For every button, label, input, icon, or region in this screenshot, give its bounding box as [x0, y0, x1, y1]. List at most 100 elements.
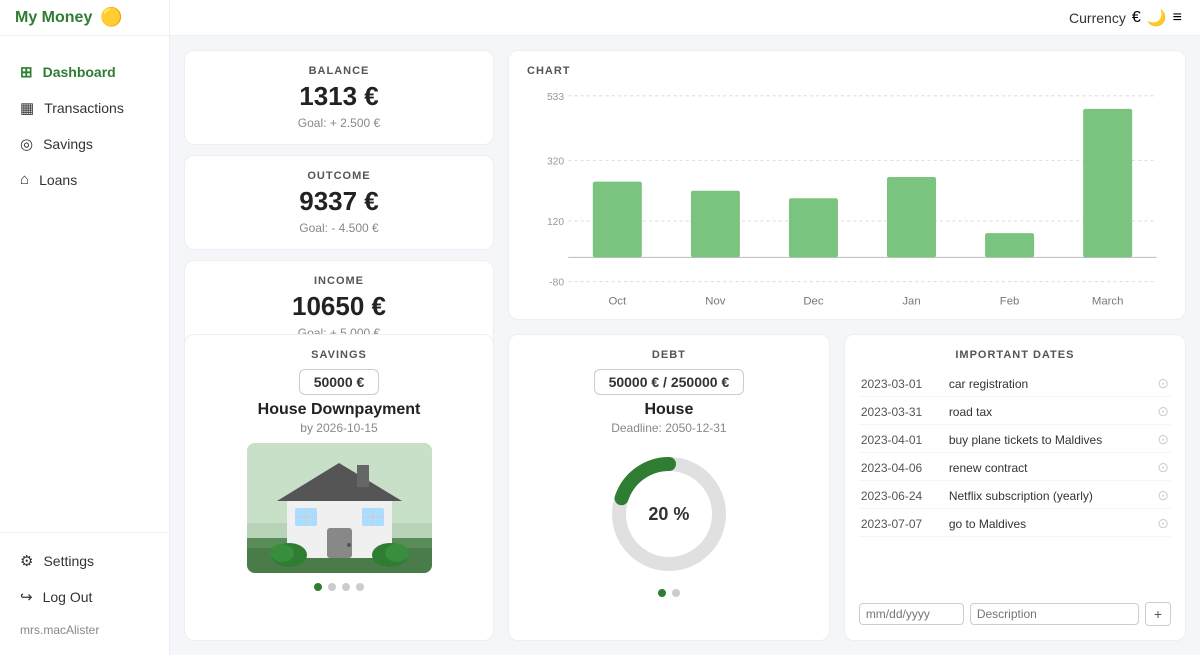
date-desc-5: go to Maldives [949, 517, 1026, 531]
important-dates-card: IMPORTANT DATES 2023-03-01 car registrat… [844, 334, 1186, 641]
date-item: 2023-07-07 go to Maldives ⊙ [859, 511, 1171, 537]
date-left-2: 2023-04-01 buy plane tickets to Maldives [861, 433, 1102, 447]
sidebar-item-logout[interactable]: ↪ Log Out [0, 579, 169, 615]
date-delete-icon-1[interactable]: ⊙ [1157, 403, 1169, 420]
house-illustration [247, 443, 432, 573]
svg-text:533: 533 [547, 92, 564, 103]
sidebar-item-loans[interactable]: ⌂ Loans [0, 162, 169, 197]
debt-dots [658, 589, 680, 597]
debt-title: DEBT [652, 349, 686, 361]
debt-dot-1[interactable] [672, 589, 680, 597]
dates-title: IMPORTANT DATES [859, 349, 1171, 361]
savings-by-date: by 2026-10-15 [300, 421, 377, 435]
description-input[interactable] [970, 603, 1139, 625]
sidebar-item-settings[interactable]: ⚙ Settings [0, 543, 169, 579]
date-left-5: 2023-07-07 go to Maldives [861, 517, 1026, 531]
date-item: 2023-04-01 buy plane tickets to Maldives… [859, 427, 1171, 453]
currency-symbol-icon[interactable]: € [1132, 9, 1141, 27]
date-str-0: 2023-03-01 [861, 377, 941, 391]
balance-label: BALANCE [309, 65, 370, 77]
date-left-3: 2023-04-06 renew contract [861, 461, 1028, 475]
sidebar-item-label-settings: Settings [43, 553, 94, 569]
logout-nav-icon: ↪ [20, 588, 33, 606]
sidebar: My Money 🟡 ⊞ Dashboard▦ Transactions◎ Sa… [0, 0, 170, 655]
currency-label: Currency [1069, 10, 1126, 26]
debt-card: DEBT 50000 € / 250000 € House Deadline: … [508, 334, 830, 641]
date-str-2: 2023-04-01 [861, 433, 941, 447]
sidebar-item-label-dashboard: Dashboard [43, 64, 116, 80]
svg-text:March: March [1092, 295, 1124, 307]
sidebar-header: My Money 🟡 [0, 0, 169, 36]
date-str-4: 2023-06-24 [861, 489, 941, 503]
savings-nav-icon: ◎ [20, 135, 33, 153]
date-item: 2023-03-31 road tax ⊙ [859, 399, 1171, 425]
dark-mode-icon[interactable]: 🌙 [1147, 8, 1167, 28]
main-content: BALANCE 1313 € Goal: + 2.500 € OUTCOME 9… [170, 36, 1200, 655]
bar-chart-svg: 533320120-80OctNovDecJanFebMarch [527, 83, 1167, 315]
sidebar-item-label-savings: Savings [43, 136, 93, 152]
svg-text:-80: -80 [549, 278, 564, 289]
outcome-value: 9337 € [299, 186, 379, 217]
transactions-nav-icon: ▦ [20, 99, 34, 117]
svg-text:Jan: Jan [902, 295, 920, 307]
date-str-1: 2023-03-31 [861, 405, 941, 419]
sidebar-item-dashboard[interactable]: ⊞ Dashboard [0, 54, 169, 90]
date-item: 2023-03-01 car registration ⊙ [859, 371, 1171, 397]
savings-dot-1[interactable] [328, 583, 336, 591]
date-delete-icon-3[interactable]: ⊙ [1157, 459, 1169, 476]
balance-value: 1313 € [299, 81, 379, 112]
date-delete-icon-0[interactable]: ⊙ [1157, 375, 1169, 392]
date-delete-icon-5[interactable]: ⊙ [1157, 515, 1169, 532]
sidebar-item-transactions[interactable]: ▦ Transactions [0, 90, 169, 126]
date-left-4: 2023-06-24 Netflix subscription (yearly) [861, 489, 1093, 503]
savings-title: SAVINGS [311, 349, 367, 361]
add-date-button[interactable]: + [1145, 602, 1171, 626]
savings-dot-2[interactable] [342, 583, 350, 591]
date-delete-icon-4[interactable]: ⊙ [1157, 487, 1169, 504]
outcome-label: OUTCOME [307, 170, 370, 182]
sidebar-item-label-logout: Log Out [43, 589, 93, 605]
sidebar-item-savings[interactable]: ◎ Savings [0, 126, 169, 162]
settings-nav-icon: ⚙ [20, 552, 33, 570]
menu-icon[interactable]: ≡ [1173, 9, 1182, 27]
date-str-3: 2023-04-06 [861, 461, 941, 475]
main-nav: ⊞ Dashboard▦ Transactions◎ Savings⌂ Loan… [0, 36, 169, 532]
savings-amount: 50000 € [299, 369, 380, 395]
sidebar-user: mrs.macAlister [0, 615, 169, 645]
svg-text:Nov: Nov [705, 295, 726, 307]
dates-add-row: + [859, 602, 1171, 626]
svg-text:120: 120 [547, 217, 564, 228]
loans-nav-icon: ⌂ [20, 171, 29, 188]
debt-amount: 50000 € / 250000 € [594, 369, 745, 395]
date-desc-0: car registration [949, 377, 1028, 391]
income-value: 10650 € [292, 291, 386, 322]
date-input[interactable] [859, 603, 964, 625]
chart-area: 533320120-80OctNovDecJanFebMarch [527, 83, 1167, 315]
outcome-goal: Goal: - 4.500 € [299, 221, 378, 235]
svg-text:320: 320 [547, 157, 564, 168]
outcome-card: OUTCOME 9337 € Goal: - 4.500 € [184, 155, 494, 250]
date-desc-4: Netflix subscription (yearly) [949, 489, 1093, 503]
debt-deadline: Deadline: 2050-12-31 [611, 421, 726, 435]
balance-card: BALANCE 1313 € Goal: + 2.500 € [184, 50, 494, 145]
savings-card: SAVINGS 50000 € House Downpayment by 202… [184, 334, 494, 641]
dashboard-nav-icon: ⊞ [20, 63, 33, 81]
svg-text:Dec: Dec [803, 295, 824, 307]
date-delete-icon-2[interactable]: ⊙ [1157, 431, 1169, 448]
chart-card: CHART 533320120-80OctNovDecJanFebMarch [508, 50, 1186, 320]
date-left-0: 2023-03-01 car registration [861, 377, 1028, 391]
income-label: INCOME [314, 275, 364, 287]
svg-text:Feb: Feb [1000, 295, 1020, 307]
debt-dot-0[interactable] [658, 589, 666, 597]
date-desc-2: buy plane tickets to Maldives [949, 433, 1102, 447]
date-str-5: 2023-07-07 [861, 517, 941, 531]
savings-dots [314, 583, 364, 591]
savings-dot-3[interactable] [356, 583, 364, 591]
coin-icon: 🟡 [100, 7, 122, 28]
nav-bottom: ⚙ Settings↪ Log Outmrs.macAlister [0, 532, 169, 655]
balance-goal: Goal: + 2.500 € [298, 116, 380, 130]
summary-cards: BALANCE 1313 € Goal: + 2.500 € OUTCOME 9… [184, 50, 494, 320]
dates-list: 2023-03-01 car registration ⊙ 2023-03-31… [859, 371, 1171, 594]
bottom-row: SAVINGS 50000 € House Downpayment by 202… [184, 334, 1186, 641]
savings-dot-0[interactable] [314, 583, 322, 591]
